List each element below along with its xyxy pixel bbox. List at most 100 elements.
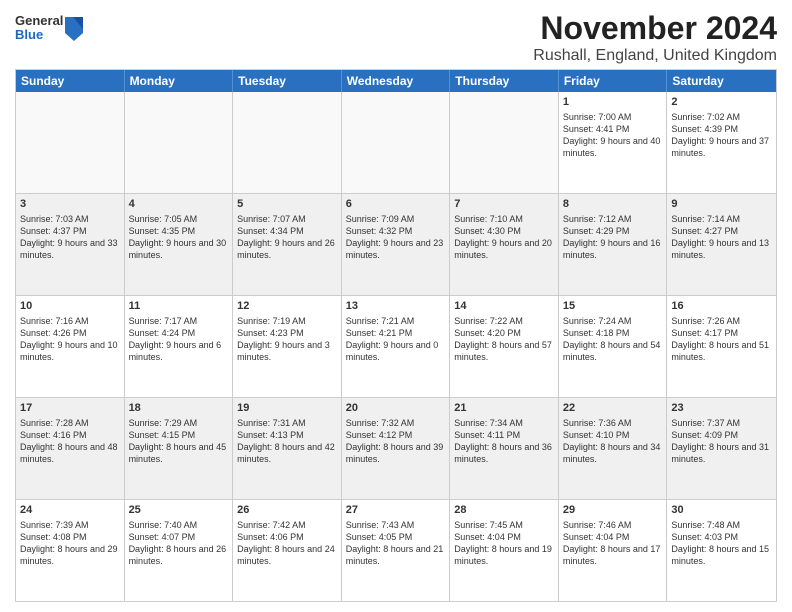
calendar-title: November 2024 [533,10,777,47]
title-block: November 2024 Rushall, England, United K… [533,10,777,65]
day-number: 6 [346,197,446,212]
day-info: Sunrise: 7:32 AM Sunset: 4:12 PM Dayligh… [346,417,446,466]
header-friday: Friday [559,70,668,92]
day-number: 17 [20,401,120,416]
day-number: 29 [563,503,663,518]
day-info: Sunrise: 7:29 AM Sunset: 4:15 PM Dayligh… [129,417,229,466]
calendar-row-2: 10Sunrise: 7:16 AM Sunset: 4:26 PM Dayli… [16,296,776,398]
calendar-cell-r2-c0: 10Sunrise: 7:16 AM Sunset: 4:26 PM Dayli… [16,296,125,397]
day-number: 26 [237,503,337,518]
calendar-cell-r0-c0 [16,92,125,193]
day-info: Sunrise: 7:31 AM Sunset: 4:13 PM Dayligh… [237,417,337,466]
calendar-cell-r3-c5: 22Sunrise: 7:36 AM Sunset: 4:10 PM Dayli… [559,398,668,499]
calendar-cell-r3-c6: 23Sunrise: 7:37 AM Sunset: 4:09 PM Dayli… [667,398,776,499]
day-info: Sunrise: 7:16 AM Sunset: 4:26 PM Dayligh… [20,315,120,364]
header-sunday: Sunday [16,70,125,92]
calendar-row-3: 17Sunrise: 7:28 AM Sunset: 4:16 PM Dayli… [16,398,776,500]
calendar-cell-r2-c4: 14Sunrise: 7:22 AM Sunset: 4:20 PM Dayli… [450,296,559,397]
calendar-cell-r1-c0: 3Sunrise: 7:03 AM Sunset: 4:37 PM Daylig… [16,194,125,295]
day-number: 16 [671,299,772,314]
day-number: 8 [563,197,663,212]
logo-text: General Blue [15,14,63,43]
calendar-cell-r0-c5: 1Sunrise: 7:00 AM Sunset: 4:41 PM Daylig… [559,92,668,193]
day-number: 12 [237,299,337,314]
day-info: Sunrise: 7:36 AM Sunset: 4:10 PM Dayligh… [563,417,663,466]
header: General Blue November 2024 Rushall, Engl… [15,10,777,65]
calendar-cell-r1-c4: 7Sunrise: 7:10 AM Sunset: 4:30 PM Daylig… [450,194,559,295]
day-info: Sunrise: 7:21 AM Sunset: 4:21 PM Dayligh… [346,315,446,364]
calendar-cell-r2-c1: 11Sunrise: 7:17 AM Sunset: 4:24 PM Dayli… [125,296,234,397]
header-wednesday: Wednesday [342,70,451,92]
page: General Blue November 2024 Rushall, Engl… [0,0,792,612]
header-thursday: Thursday [450,70,559,92]
day-info: Sunrise: 7:43 AM Sunset: 4:05 PM Dayligh… [346,519,446,568]
day-info: Sunrise: 7:17 AM Sunset: 4:24 PM Dayligh… [129,315,229,364]
calendar-cell-r0-c4 [450,92,559,193]
day-info: Sunrise: 7:03 AM Sunset: 4:37 PM Dayligh… [20,213,120,262]
header-monday: Monday [125,70,234,92]
day-number: 24 [20,503,120,518]
day-number: 25 [129,503,229,518]
day-info: Sunrise: 7:48 AM Sunset: 4:03 PM Dayligh… [671,519,772,568]
calendar-cell-r2-c6: 16Sunrise: 7:26 AM Sunset: 4:17 PM Dayli… [667,296,776,397]
day-number: 22 [563,401,663,416]
calendar-cell-r2-c2: 12Sunrise: 7:19 AM Sunset: 4:23 PM Dayli… [233,296,342,397]
day-info: Sunrise: 7:34 AM Sunset: 4:11 PM Dayligh… [454,417,554,466]
calendar-cell-r3-c3: 20Sunrise: 7:32 AM Sunset: 4:12 PM Dayli… [342,398,451,499]
calendar-cell-r0-c2 [233,92,342,193]
day-info: Sunrise: 7:00 AM Sunset: 4:41 PM Dayligh… [563,111,663,160]
day-info: Sunrise: 7:40 AM Sunset: 4:07 PM Dayligh… [129,519,229,568]
day-number: 28 [454,503,554,518]
calendar-cell-r0-c3 [342,92,451,193]
calendar-cell-r3-c1: 18Sunrise: 7:29 AM Sunset: 4:15 PM Dayli… [125,398,234,499]
calendar-row-1: 3Sunrise: 7:03 AM Sunset: 4:37 PM Daylig… [16,194,776,296]
calendar-cell-r4-c5: 29Sunrise: 7:46 AM Sunset: 4:04 PM Dayli… [559,500,668,601]
calendar-cell-r4-c2: 26Sunrise: 7:42 AM Sunset: 4:06 PM Dayli… [233,500,342,601]
calendar-cell-r1-c5: 8Sunrise: 7:12 AM Sunset: 4:29 PM Daylig… [559,194,668,295]
calendar-cell-r4-c1: 25Sunrise: 7:40 AM Sunset: 4:07 PM Dayli… [125,500,234,601]
day-info: Sunrise: 7:12 AM Sunset: 4:29 PM Dayligh… [563,213,663,262]
day-number: 18 [129,401,229,416]
calendar-cell-r3-c4: 21Sunrise: 7:34 AM Sunset: 4:11 PM Dayli… [450,398,559,499]
day-number: 3 [20,197,120,212]
day-number: 23 [671,401,772,416]
day-number: 21 [454,401,554,416]
day-info: Sunrise: 7:46 AM Sunset: 4:04 PM Dayligh… [563,519,663,568]
day-info: Sunrise: 7:05 AM Sunset: 4:35 PM Dayligh… [129,213,229,262]
calendar-cell-r1-c2: 5Sunrise: 7:07 AM Sunset: 4:34 PM Daylig… [233,194,342,295]
day-number: 5 [237,197,337,212]
calendar-cell-r4-c3: 27Sunrise: 7:43 AM Sunset: 4:05 PM Dayli… [342,500,451,601]
day-number: 9 [671,197,772,212]
header-tuesday: Tuesday [233,70,342,92]
day-info: Sunrise: 7:39 AM Sunset: 4:08 PM Dayligh… [20,519,120,568]
day-info: Sunrise: 7:02 AM Sunset: 4:39 PM Dayligh… [671,111,772,160]
calendar-body: 1Sunrise: 7:00 AM Sunset: 4:41 PM Daylig… [16,92,776,601]
calendar-cell-r4-c4: 28Sunrise: 7:45 AM Sunset: 4:04 PM Dayli… [450,500,559,601]
calendar-header: Sunday Monday Tuesday Wednesday Thursday… [16,70,776,92]
day-info: Sunrise: 7:14 AM Sunset: 4:27 PM Dayligh… [671,213,772,262]
day-info: Sunrise: 7:28 AM Sunset: 4:16 PM Dayligh… [20,417,120,466]
day-number: 2 [671,95,772,110]
day-number: 30 [671,503,772,518]
calendar-cell-r3-c0: 17Sunrise: 7:28 AM Sunset: 4:16 PM Dayli… [16,398,125,499]
day-number: 13 [346,299,446,314]
day-info: Sunrise: 7:42 AM Sunset: 4:06 PM Dayligh… [237,519,337,568]
day-number: 27 [346,503,446,518]
day-info: Sunrise: 7:07 AM Sunset: 4:34 PM Dayligh… [237,213,337,262]
day-number: 19 [237,401,337,416]
calendar-cell-r1-c6: 9Sunrise: 7:14 AM Sunset: 4:27 PM Daylig… [667,194,776,295]
logo-general: General [15,14,63,28]
day-number: 10 [20,299,120,314]
calendar-row-0: 1Sunrise: 7:00 AM Sunset: 4:41 PM Daylig… [16,92,776,194]
calendar-subtitle: Rushall, England, United Kingdom [533,47,777,65]
day-number: 1 [563,95,663,110]
calendar-cell-r4-c6: 30Sunrise: 7:48 AM Sunset: 4:03 PM Dayli… [667,500,776,601]
day-info: Sunrise: 7:37 AM Sunset: 4:09 PM Dayligh… [671,417,772,466]
logo-blue: Blue [15,28,63,42]
day-number: 7 [454,197,554,212]
day-info: Sunrise: 7:19 AM Sunset: 4:23 PM Dayligh… [237,315,337,364]
calendar-cell-r1-c3: 6Sunrise: 7:09 AM Sunset: 4:32 PM Daylig… [342,194,451,295]
calendar-cell-r3-c2: 19Sunrise: 7:31 AM Sunset: 4:13 PM Dayli… [233,398,342,499]
day-number: 4 [129,197,229,212]
day-info: Sunrise: 7:22 AM Sunset: 4:20 PM Dayligh… [454,315,554,364]
